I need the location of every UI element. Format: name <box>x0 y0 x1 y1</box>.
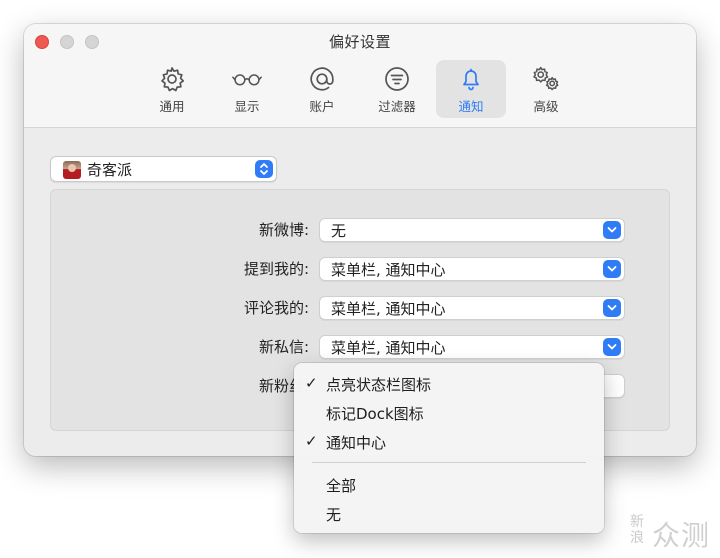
tab-label: 过滤器 <box>378 99 416 114</box>
row-label-comments: 评论我的: <box>243 299 309 317</box>
checkmark-icon: ✓ <box>305 374 318 392</box>
account-name: 奇客派 <box>87 161 133 179</box>
tab-general[interactable]: 通用 <box>137 60 207 118</box>
tab-label: 通用 <box>159 99 185 114</box>
watermark-big-text: 众测 <box>652 519 711 552</box>
select-value: 菜单栏, 通知中心 <box>331 339 446 357</box>
row-label-mentions: 提到我的: <box>243 260 309 278</box>
row-label-new-followers: 新粉丝: <box>258 377 309 395</box>
watermark: 新浪 众测 <box>630 510 716 552</box>
tab-label: 高级 <box>533 99 559 114</box>
notification-options-menu: ✓ 点亮状态栏图标 标记Dock图标 ✓ 通知中心 全部 无 <box>294 363 604 533</box>
row-label-direct-messages: 新私信: <box>258 338 309 356</box>
up-down-chevron-icon <box>255 160 273 178</box>
direct-messages-select[interactable]: 菜单栏, 通知中心 <box>319 335 625 359</box>
menu-item-label: 全部 <box>326 477 357 495</box>
tab-label: 通知 <box>458 99 484 114</box>
chevron-down-icon <box>603 299 621 317</box>
tab-filters[interactable]: 过滤器 <box>362 60 432 118</box>
tab-accounts[interactable]: 账户 <box>287 60 357 118</box>
avatar <box>63 161 81 179</box>
select-value: 无 <box>331 222 347 240</box>
menu-item-label: 标记Dock图标 <box>326 405 424 423</box>
tab-label: 账户 <box>309 99 335 114</box>
bell-icon <box>456 64 486 94</box>
menu-item-none[interactable]: 无 <box>294 501 604 527</box>
gears-icon <box>531 64 561 94</box>
checkmark-icon: ✓ <box>305 432 318 450</box>
menu-item-mark-dock-icon[interactable]: 标记Dock图标 <box>294 400 604 426</box>
select-value: 菜单栏, 通知中心 <box>331 261 446 279</box>
row-label-new-weibo: 新微博: <box>258 221 309 239</box>
mentions-select[interactable]: 菜单栏, 通知中心 <box>319 257 625 281</box>
title-bar: 偏好设置 通用 显示 账户 过滤器 通知 高级 <box>24 24 696 128</box>
menu-item-notification-center[interactable]: ✓ 通知中心 <box>294 429 604 455</box>
menu-item-label: 点亮状态栏图标 <box>326 376 432 394</box>
chevron-down-icon <box>603 338 621 356</box>
filter-icon <box>382 64 412 94</box>
at-sign-icon <box>307 64 337 94</box>
tab-display[interactable]: 显示 <box>212 60 282 118</box>
glasses-icon <box>232 64 262 94</box>
gear-icon <box>157 64 187 94</box>
watermark-small-text: 新浪 <box>630 514 644 546</box>
menu-item-label: 通知中心 <box>326 434 387 452</box>
account-popup-button[interactable]: 奇客派 <box>50 156 277 182</box>
tab-notifications[interactable]: 通知 <box>436 60 506 118</box>
window-title: 偏好设置 <box>328 33 391 51</box>
menu-item-highlight-status-icon[interactable]: ✓ 点亮状态栏图标 <box>294 371 604 397</box>
tab-advanced[interactable]: 高级 <box>511 60 581 118</box>
menu-separator <box>312 462 586 463</box>
comments-select[interactable]: 菜单栏, 通知中心 <box>319 296 625 320</box>
tab-label: 显示 <box>234 99 260 114</box>
menu-item-label: 无 <box>326 506 342 524</box>
chevron-down-icon <box>603 260 621 278</box>
menu-item-all[interactable]: 全部 <box>294 472 604 498</box>
chevron-down-icon <box>603 221 621 239</box>
select-value: 菜单栏, 通知中心 <box>331 300 446 318</box>
new-weibo-select[interactable]: 无 <box>319 218 625 242</box>
